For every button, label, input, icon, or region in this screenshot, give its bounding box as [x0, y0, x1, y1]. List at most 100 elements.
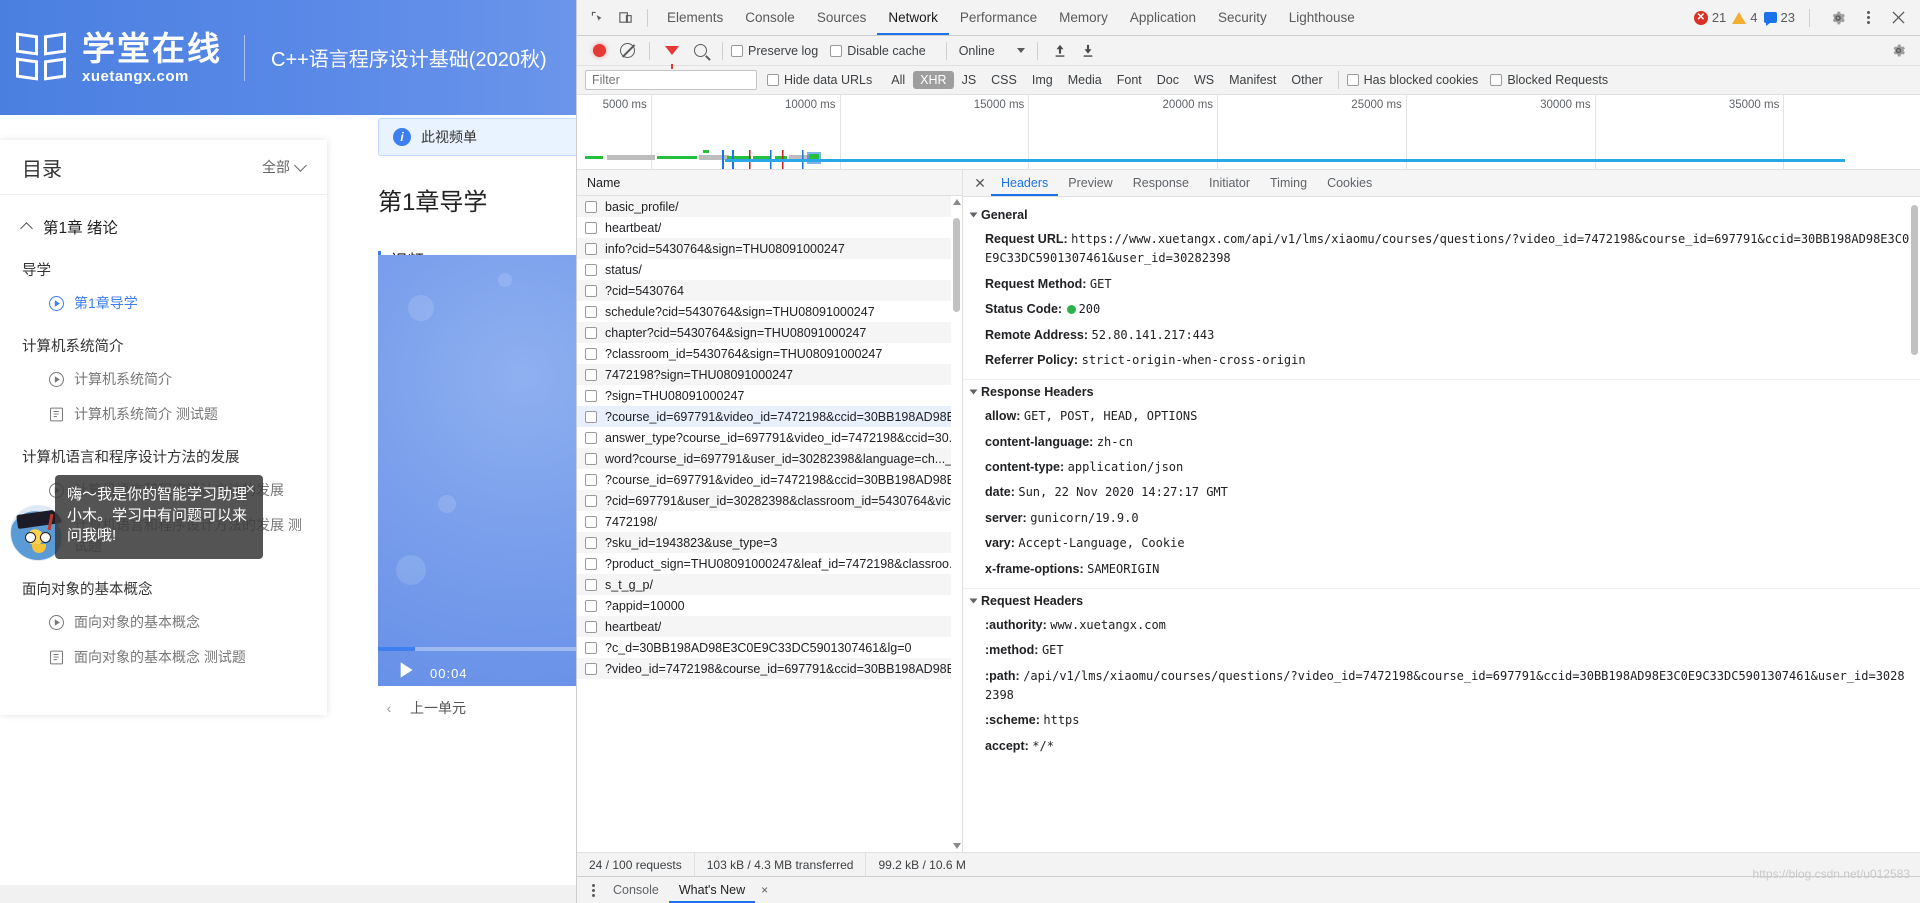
request-row-checkbox[interactable]: [585, 200, 597, 213]
response-headers-group-title[interactable]: Response Headers: [963, 380, 1920, 404]
devtools-tab-network[interactable]: Network: [877, 0, 949, 35]
request-row[interactable]: heartbeat/: [577, 217, 962, 238]
filter-input[interactable]: [585, 70, 757, 90]
request-list-scrollbar[interactable]: [951, 196, 962, 852]
filter-type-other[interactable]: Other: [1284, 71, 1329, 89]
catalog-unit[interactable]: 计算机系统简介: [0, 362, 327, 397]
request-row[interactable]: info?cid=5430764&sign=THU08091000247: [577, 238, 962, 259]
request-row[interactable]: heartbeat/: [577, 616, 962, 637]
prev-arrow-icon[interactable]: ‹: [378, 697, 400, 719]
message-counter[interactable]: 23: [1763, 10, 1795, 26]
request-row[interactable]: chapter?cid=5430764&sign=THU08091000247: [577, 322, 962, 343]
request-row-checkbox[interactable]: [585, 536, 597, 549]
catalog-section[interactable]: 导学: [0, 245, 327, 286]
scroll-down-icon[interactable]: [953, 843, 961, 849]
scroll-thumb[interactable]: [953, 218, 960, 312]
error-counter[interactable]: ✕ 21: [1693, 10, 1726, 25]
filter-type-manifest[interactable]: Manifest: [1222, 71, 1283, 89]
filter-type-media[interactable]: Media: [1061, 71, 1109, 89]
drawer-tab-what-s-new[interactable]: What's New: [669, 877, 755, 903]
request-row[interactable]: ?course_id=697791&video_id=7472198&ccid=…: [577, 406, 962, 427]
request-row-checkbox[interactable]: [585, 620, 597, 633]
close-details-icon[interactable]: ✕: [969, 172, 991, 194]
request-row[interactable]: word?course_id=697791&user_id=30282398&l…: [577, 448, 962, 469]
filter-type-font[interactable]: Font: [1110, 71, 1149, 89]
request-row-checkbox[interactable]: [585, 557, 597, 570]
preserve-log-checkbox[interactable]: [731, 44, 743, 57]
filter-type-all[interactable]: All: [884, 71, 912, 89]
request-row-checkbox[interactable]: [585, 326, 597, 339]
catalog-unit[interactable]: 面向对象的基本概念 测试题: [0, 640, 327, 675]
general-group-title[interactable]: General: [963, 203, 1920, 227]
request-row-checkbox[interactable]: [585, 452, 597, 465]
close-devtools-icon[interactable]: [1884, 4, 1912, 32]
filter-type-js[interactable]: JS: [955, 71, 984, 89]
catalog-chapter[interactable]: 第1章 绪论: [0, 209, 327, 245]
filter-type-doc[interactable]: Doc: [1150, 71, 1186, 89]
play-icon[interactable]: [392, 657, 418, 683]
catalog-unit[interactable]: 面向对象的基本概念: [0, 605, 327, 640]
request-row[interactable]: 7472198?sign=THU08091000247: [577, 364, 962, 385]
request-row[interactable]: ?c_d=30BB198AD98E3C0E9C33DC5901307461&lg…: [577, 637, 962, 658]
filter-type-ws[interactable]: WS: [1187, 71, 1221, 89]
request-row-checkbox[interactable]: [585, 515, 597, 528]
request-row[interactable]: status/: [577, 259, 962, 280]
details-tab-preview[interactable]: Preview: [1058, 170, 1122, 196]
request-row-checkbox[interactable]: [585, 431, 597, 444]
request-list[interactable]: basic_profile/heartbeat/info?cid=5430764…: [577, 196, 962, 852]
prev-unit-label[interactable]: 上一单元: [410, 698, 466, 718]
request-row-checkbox[interactable]: [585, 389, 597, 402]
toggle-device-toolbar-icon[interactable]: [611, 4, 639, 32]
request-row[interactable]: 7472198/: [577, 511, 962, 532]
details-tab-headers[interactable]: Headers: [991, 170, 1058, 196]
request-row[interactable]: ?course_id=697791&video_id=7472198&ccid=…: [577, 469, 962, 490]
blocked-requests-option[interactable]: Blocked Requests: [1490, 73, 1608, 87]
warning-counter[interactable]: 4: [1732, 10, 1758, 25]
catalog-section[interactable]: 计算机系统简介: [0, 321, 327, 362]
catalog-filter-all[interactable]: 全部: [262, 157, 307, 177]
details-tab-cookies[interactable]: Cookies: [1317, 170, 1382, 196]
disable-cache-checkbox[interactable]: [830, 44, 843, 57]
catalog-unit[interactable]: 第1章导学: [0, 286, 327, 321]
filter-toggle-icon[interactable]: [658, 37, 686, 69]
drawer-more-icon[interactable]: [583, 880, 603, 900]
request-row[interactable]: ?product_sign=THU08091000247&leaf_id=747…: [577, 553, 962, 574]
settings-gear-icon[interactable]: [1824, 4, 1852, 32]
filter-type-css[interactable]: CSS: [984, 71, 1024, 89]
filter-type-xhr[interactable]: XHR: [913, 71, 954, 89]
details-tab-timing[interactable]: Timing: [1260, 170, 1317, 196]
site-logo[interactable]: 学堂在线 xuetangx.com: [14, 32, 222, 84]
details-tab-response[interactable]: Response: [1123, 170, 1199, 196]
preserve-log-option[interactable]: Preserve log: [731, 44, 818, 58]
devtools-tab-security[interactable]: Security: [1207, 0, 1278, 35]
request-row[interactable]: ?classroom_id=5430764&sign=THU0809100024…: [577, 343, 962, 364]
request-row-checkbox[interactable]: [585, 221, 597, 234]
request-row[interactable]: ?sign=THU08091000247: [577, 385, 962, 406]
devtools-more-icon[interactable]: [1858, 8, 1878, 28]
catalog-unit[interactable]: 计算机系统简介 测试题: [0, 397, 327, 432]
catalog-list[interactable]: 第1章 绪论 导学 第1章导学 计算机系统简介 计算机系统简介 计算机系统简介 测试题 计算…: [0, 195, 327, 713]
has-blocked-cookies-option[interactable]: Has blocked cookies: [1346, 73, 1478, 87]
import-har-icon[interactable]: [1046, 37, 1074, 65]
request-row[interactable]: s_t_g_p/: [577, 574, 962, 595]
request-row[interactable]: answer_type?course_id=697791&video_id=74…: [577, 427, 962, 448]
drawer-tab-console[interactable]: Console: [603, 877, 669, 903]
disable-cache-option[interactable]: Disable cache: [830, 44, 926, 58]
request-row-checkbox[interactable]: [585, 494, 597, 507]
filter-type-img[interactable]: Img: [1025, 71, 1060, 89]
request-row[interactable]: ?appid=10000: [577, 595, 962, 616]
devtools-tab-sources[interactable]: Sources: [806, 0, 878, 35]
request-row[interactable]: ?cid=5430764: [577, 280, 962, 301]
blocked-requests-checkbox[interactable]: [1490, 74, 1503, 86]
inspect-element-icon[interactable]: [583, 4, 611, 32]
request-row[interactable]: ?video_id=7472198&course_id=697791&ccid=…: [577, 658, 962, 679]
request-row[interactable]: ?cid=697791&user_id=30282398&classroom_i…: [577, 490, 962, 511]
devtools-tab-performance[interactable]: Performance: [949, 0, 1048, 35]
network-settings-gear-icon[interactable]: [1884, 37, 1912, 65]
devtools-tab-console[interactable]: Console: [734, 0, 806, 35]
catalog-section[interactable]: 面向对象的基本概念: [0, 564, 327, 605]
request-row-checkbox[interactable]: [585, 347, 597, 360]
search-icon[interactable]: [686, 37, 714, 65]
request-row-checkbox[interactable]: [585, 578, 597, 591]
details-scrollbar[interactable]: [1909, 197, 1920, 852]
